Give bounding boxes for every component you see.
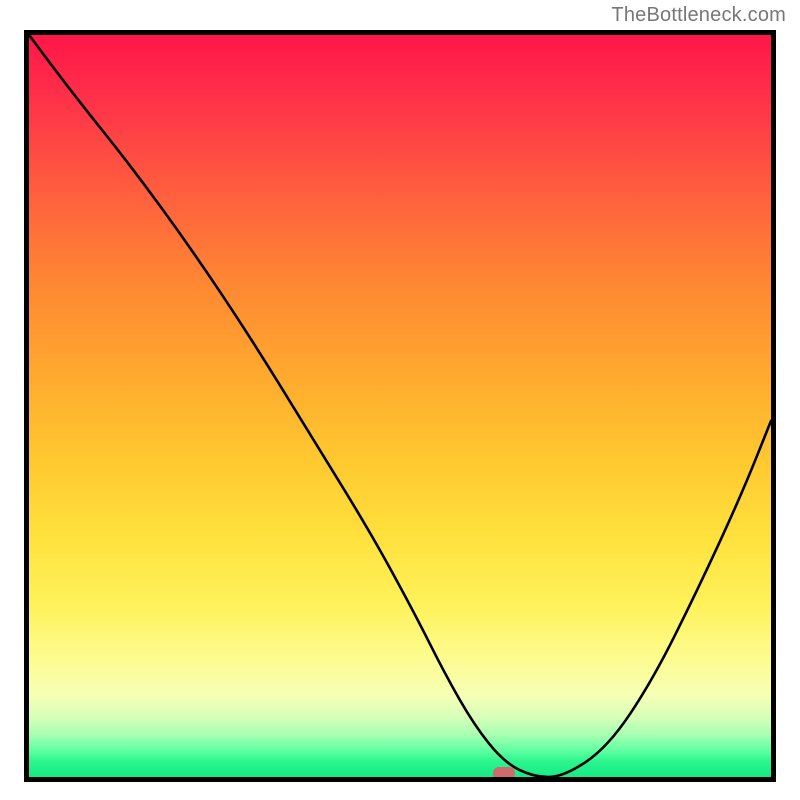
optimal-point-marker bbox=[493, 767, 515, 780]
watermark-text: TheBottleneck.com bbox=[611, 4, 786, 27]
curve-svg bbox=[29, 35, 771, 777]
bottleneck-curve bbox=[29, 35, 771, 777]
chart-frame bbox=[24, 30, 776, 782]
